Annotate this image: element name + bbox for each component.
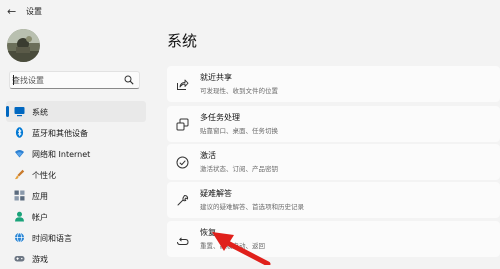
setting-title: 激活 (200, 151, 216, 160)
sidebar-item-accounts[interactable]: 帐户 (6, 206, 146, 227)
search-icon[interactable] (124, 75, 134, 85)
sidebar-item-personalization[interactable]: 个性化 (6, 164, 146, 185)
back-arrow-icon[interactable]: ← (7, 5, 16, 19)
recovery-icon (177, 237, 189, 245)
sidebar-item-label: 网络和 Internet (32, 150, 91, 159)
wrench-icon (177, 195, 189, 206)
selection-indicator (6, 106, 9, 117)
sidebar-item-apps[interactable]: 应用 (6, 185, 146, 206)
bluetooth-icon (15, 127, 24, 138)
sidebar-item-gaming[interactable]: 游戏 (6, 248, 146, 269)
share-icon (177, 79, 189, 90)
sidebar-item-label: 应用 (32, 192, 48, 201)
settings-card-troubleshoot[interactable]: 疑难解答 建议的疑难解答、首选项和历史记录 (167, 182, 500, 218)
red-pointer-arrow-icon (212, 232, 271, 265)
sidebar-item-label: 系统 (32, 108, 48, 117)
gamepad-icon (14, 256, 25, 262)
sidebar-item-label: 个性化 (32, 171, 56, 180)
sidebar-item-bluetooth[interactable]: 蓝牙和其他设备 (6, 122, 146, 143)
settings-card-nearby-sharing[interactable]: 就近共享 可发现性、收到文件的位置 (167, 66, 500, 102)
multitask-icon (176, 118, 189, 131)
setting-description: 可发现性、收到文件的位置 (200, 87, 278, 95)
avatar[interactable] (7, 29, 40, 62)
setting-title: 就近共享 (200, 73, 232, 82)
wifi-icon (15, 150, 24, 158)
setting-description: 激活状态、订阅、产品密钥 (200, 165, 278, 173)
brush-icon (15, 169, 25, 180)
search-input[interactable] (12, 73, 112, 87)
text-caret (13, 75, 14, 85)
title-bar: ← 设置 (0, 0, 500, 24)
setting-title: 疑难解答 (200, 189, 232, 198)
sidebar-item-label: 帐户 (32, 213, 48, 222)
setting-title: 多任务处理 (200, 113, 240, 122)
sidebar-item-label: 时间和语言 (32, 234, 72, 243)
person-icon (15, 211, 24, 222)
sidebar-item-network[interactable]: 网络和 Internet (6, 143, 146, 164)
sidebar-item-time-language[interactable]: 时间和语言 (6, 227, 146, 248)
setting-description: 贴靠窗口、桌面、任务切换 (200, 127, 278, 135)
monitor-icon (14, 107, 25, 117)
settings-card-activation[interactable]: 激活 激活状态、订阅、产品密钥 (167, 144, 500, 180)
search-box[interactable] (9, 71, 140, 89)
sidebar-item-label: 游戏 (32, 255, 48, 264)
sidebar-item-system[interactable]: 系统 (6, 101, 146, 122)
apps-icon (14, 190, 25, 201)
settings-card-multitasking[interactable]: 多任务处理 贴靠窗口、桌面、任务切换 (167, 106, 500, 142)
window-title: 设置 (26, 7, 42, 16)
setting-description: 建议的疑难解答、首选项和历史记录 (200, 203, 304, 211)
globe-icon (14, 232, 25, 243)
page-title: 系统 (167, 32, 198, 50)
sidebar-item-label: 蓝牙和其他设备 (32, 129, 88, 138)
check-circle-icon (176, 156, 189, 169)
sidebar-nav: 系统 蓝牙和其他设备 网络和 Internet 个性化 应用 帐户 时间和语言 … (6, 101, 146, 269)
